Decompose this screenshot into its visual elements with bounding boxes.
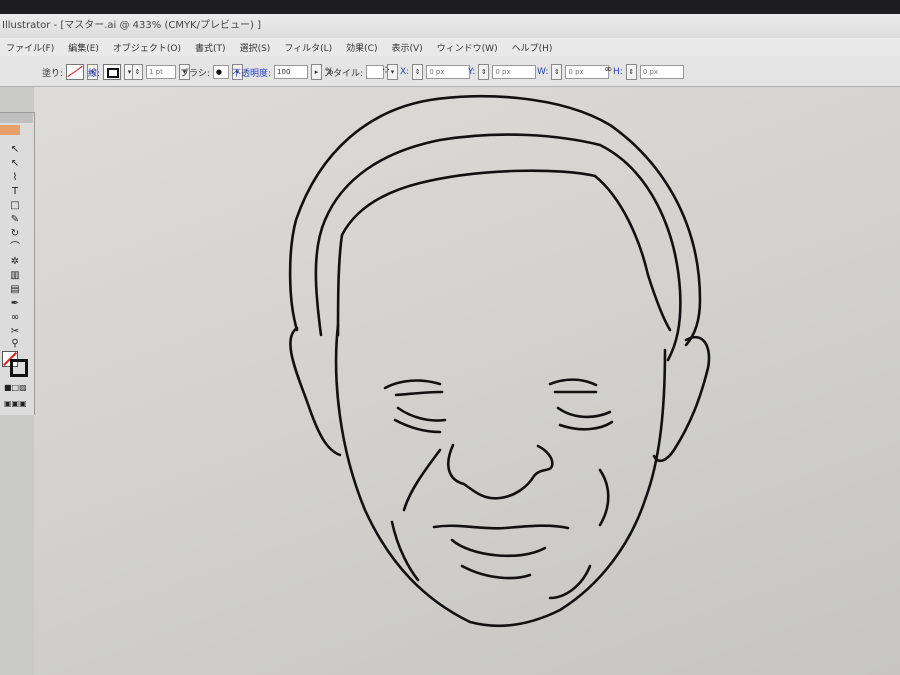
face-line-drawing[interactable]: [0, 0, 900, 675]
right-eye-upper: [548, 378, 598, 387]
nose-outline: [447, 443, 554, 500]
left-cheek-fold: [402, 448, 442, 512]
hair-inner-outline: [314, 133, 682, 362]
chin-crease: [460, 564, 532, 580]
face-outline: [334, 323, 667, 628]
right-eye-line: [558, 420, 614, 431]
right-cheek-fold: [598, 468, 610, 527]
left-ear: [289, 326, 342, 457]
right-eye-bag: [556, 406, 612, 419]
lower-lip: [450, 538, 547, 558]
left-eye-lower: [394, 390, 444, 397]
hairline: [336, 169, 672, 337]
left-eye-line: [393, 418, 442, 434]
upper-lip: [432, 524, 570, 530]
left-eye-bag: [396, 406, 447, 422]
left-eye-upper: [383, 379, 442, 390]
